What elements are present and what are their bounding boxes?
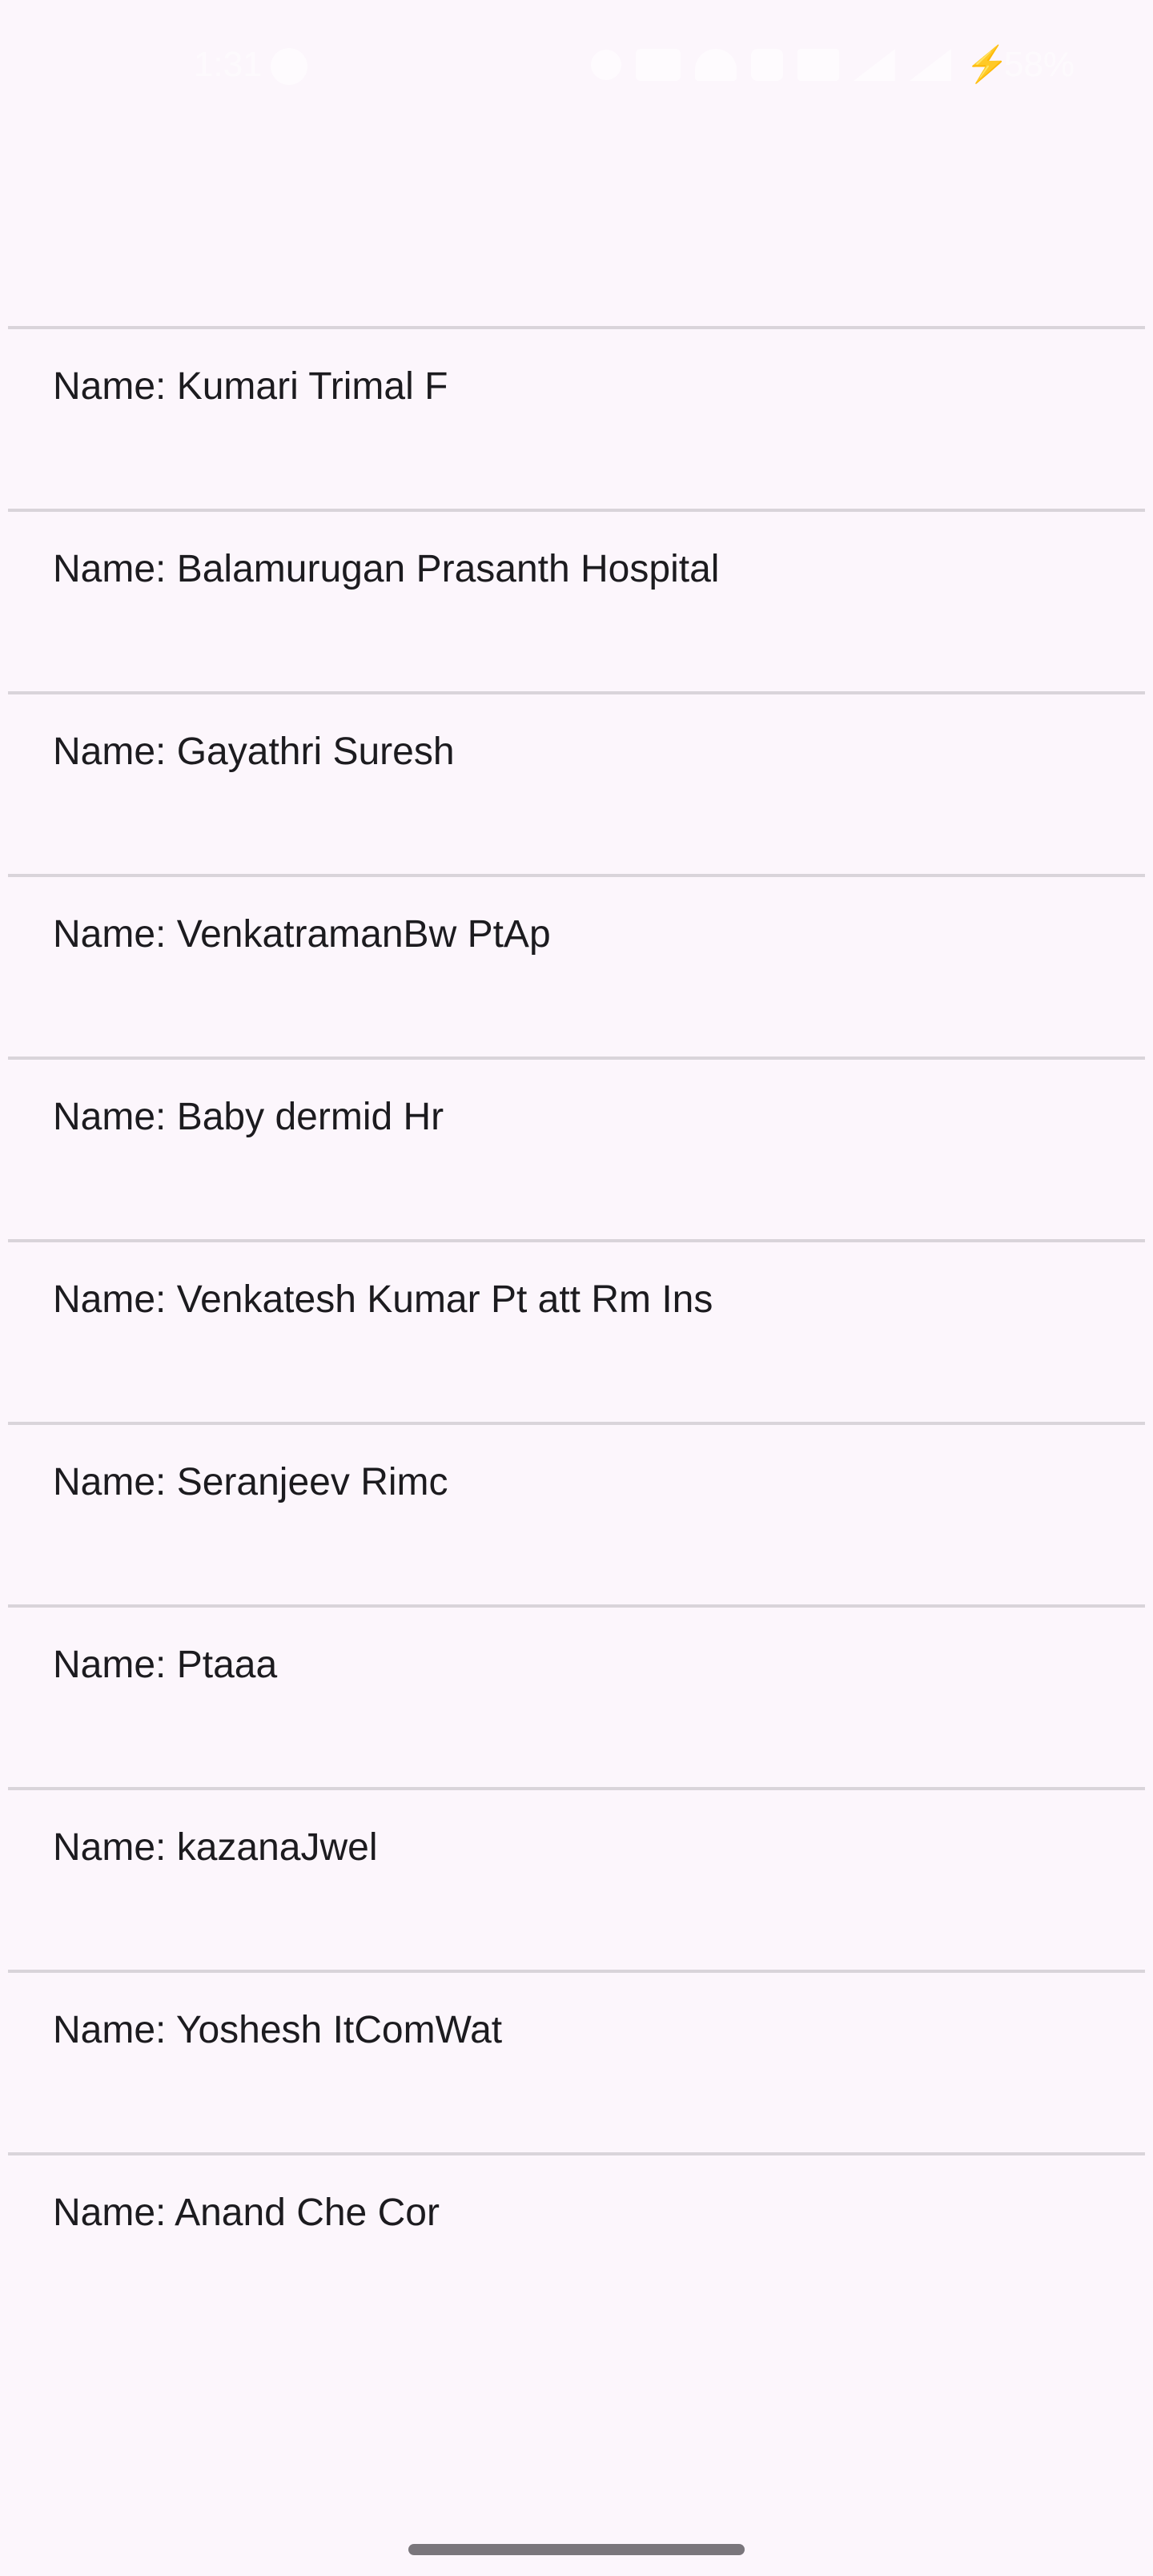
list-item[interactable]: Name: Kumari Trimal F (8, 326, 1145, 509)
list-item[interactable]: Name: Gayathri Suresh (8, 691, 1145, 874)
list-item-label: Name: Anand Che Cor (53, 2192, 440, 2234)
list-item[interactable]: Name: Seranjeev Rimc (8, 1422, 1145, 1604)
list-item-label: Name: Gayathri Suresh (53, 731, 455, 773)
data-speed-icon (635, 49, 681, 81)
list-item-label: Name: Kumari Trimal F (53, 365, 448, 408)
list-item-label: Name: Seranjeev Rimc (53, 1461, 448, 1503)
list-item[interactable]: Name: kazanaJwel (8, 1787, 1145, 1970)
list-item-label: Name: Balamurugan Prasanth Hospital (53, 548, 720, 590)
gesture-navigation-bar[interactable] (408, 2544, 745, 2555)
list-item-label: Name: VenkatramanBw PtAp (53, 913, 551, 956)
signal-icon (853, 49, 895, 81)
status-icons: ⚡ 58% (590, 45, 1075, 85)
list-item[interactable]: Name: Ptaaa (8, 1604, 1145, 1787)
list-item[interactable]: Name: VenkatramanBw PtAp (8, 874, 1145, 1057)
list-item[interactable]: Name: Venkatesh Kumar Pt att Rm Ins (8, 1239, 1145, 1422)
list-item-label: Name: Baby dermid Hr (53, 1096, 444, 1138)
list-item-label: Name: Ptaaa (53, 1644, 278, 1686)
list-item-label: Name: Yoshesh ItComWat (53, 2009, 503, 2051)
list-item[interactable]: Name: Balamurugan Prasanth Hospital (8, 509, 1145, 691)
volume-icon (797, 49, 839, 81)
charging-icon: ⚡ (965, 45, 1010, 84)
signal-icon (909, 49, 951, 81)
alarm-icon (590, 50, 621, 80)
status-time: 1:31 (194, 45, 263, 84)
call-icon (750, 49, 783, 81)
wifi-icon (694, 49, 737, 81)
battery-percent: 58% (1003, 45, 1075, 84)
list-item-label: Name: kazanaJwel (53, 1826, 378, 1869)
list-item[interactable]: Name: Yoshesh ItComWat (8, 1970, 1145, 2152)
name-list: Name: Kumari Trimal F Name: Balamurugan … (8, 326, 1145, 2335)
notification-icon (271, 48, 307, 85)
status-bar: 1:31 ⚡ 58% (0, 0, 1153, 133)
list-item-label: Name: Venkatesh Kumar Pt att Rm Ins (53, 1278, 713, 1321)
list-item[interactable]: Name: Baby dermid Hr (8, 1057, 1145, 1239)
list-item[interactable]: Name: Anand Che Cor (8, 2152, 1145, 2335)
